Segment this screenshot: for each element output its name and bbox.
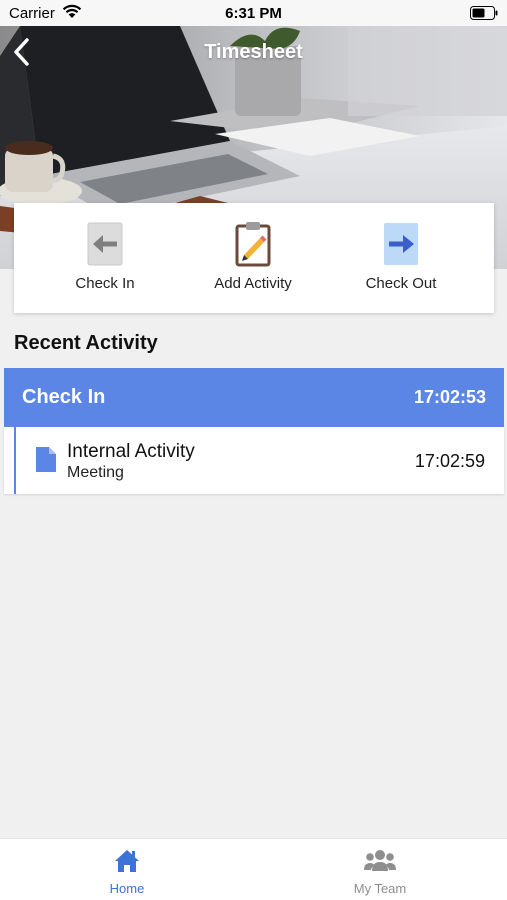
- activity-list-item[interactable]: Internal Activity Meeting 17:02:59: [4, 427, 504, 494]
- tab-my-team[interactable]: My Team: [320, 847, 440, 896]
- arrow-right-icon: [384, 223, 418, 265]
- document-icon: [36, 447, 56, 472]
- add-activity-label: Add Activity: [214, 275, 292, 292]
- tab-home[interactable]: Home: [67, 847, 187, 896]
- check-out-label: Check Out: [365, 275, 437, 292]
- activity-subtitle: Meeting: [67, 464, 124, 481]
- recent-activity-title: Recent Activity: [14, 332, 158, 354]
- activity-time: 17:02:59: [414, 451, 485, 471]
- check-in-label: Check In: [75, 275, 135, 292]
- status-bar: Carrier 6:31 PM: [0, 0, 507, 26]
- activity-title: Internal Activity: [67, 441, 195, 462]
- tab-my-team-label: My Team: [353, 881, 407, 896]
- check-in-button[interactable]: Check In: [35, 221, 175, 292]
- home-icon: [115, 850, 139, 872]
- arrow-left-icon: [87, 222, 123, 266]
- add-activity-button[interactable]: Add Activity: [183, 221, 323, 292]
- battery-icon: [470, 6, 498, 20]
- check-in-entry-time: 17:02:53: [413, 387, 486, 407]
- team-icon: [364, 850, 396, 871]
- clipboard-pencil-icon: [235, 222, 271, 267]
- quick-actions-card: Check In Add Activity Check Out: [14, 203, 494, 313]
- status-time: 6:31 PM: [225, 5, 282, 22]
- tab-home-label: Home: [109, 881, 145, 896]
- check-in-entry-label: Check In: [22, 386, 106, 408]
- timeline-line: [14, 427, 16, 494]
- check-in-entry[interactable]: Check In 17:02:53: [4, 368, 504, 427]
- page-title: Timesheet: [204, 41, 303, 63]
- check-out-button[interactable]: Check Out: [331, 221, 471, 292]
- tab-bar: Home My Team: [0, 838, 507, 900]
